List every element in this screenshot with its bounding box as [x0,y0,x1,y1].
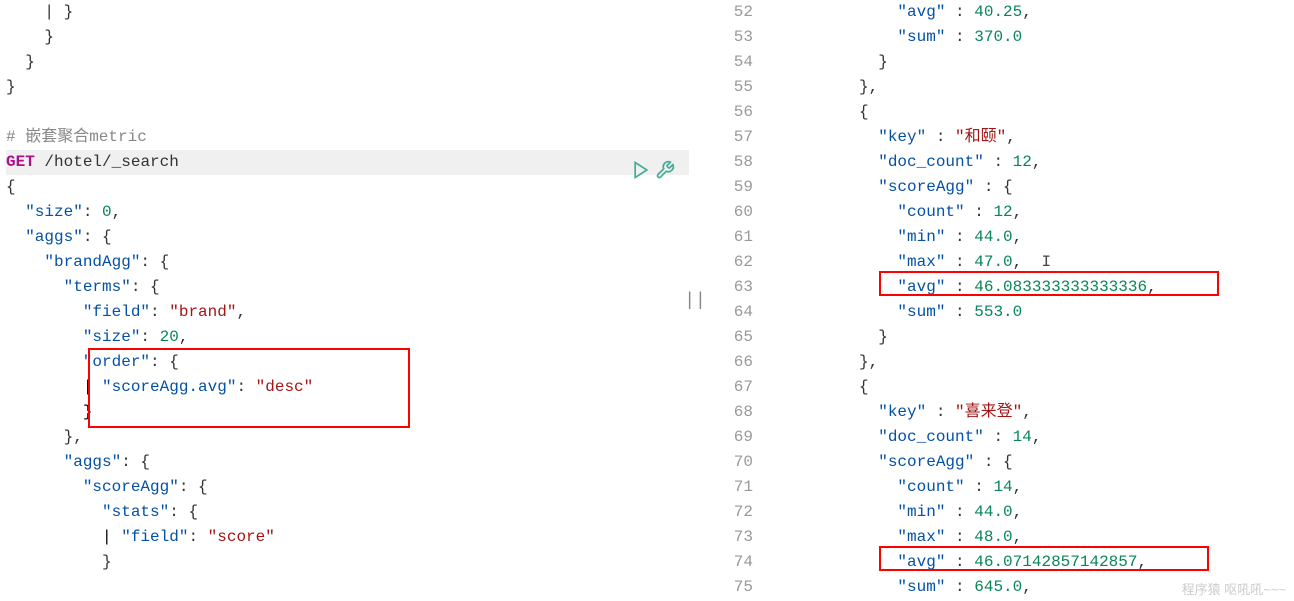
comment-text: # 嵌套聚合metric [6,128,147,146]
http-method: GET [6,153,35,171]
response-code[interactable]: "avg" : 40.25, "sum" : 370.0 } }, { "key… [763,0,1294,601]
request-actions [631,160,675,180]
response-pane[interactable]: 52 53 54 55 56 57 58 59 60 61 62 63 64 6… [701,0,1294,601]
text-cursor-icon: I [1041,250,1051,275]
watermark-text: 程序猿 呕吼吼~~~ [1182,579,1286,598]
wrench-icon[interactable] [655,160,675,180]
request-editor-pane[interactable]: | } } } } # 嵌套聚合metric GET /hotel/_searc… [0,0,689,601]
play-icon[interactable] [631,160,651,180]
pane-divider[interactable]: || [689,0,701,601]
line-gutter: 52 53 54 55 56 57 58 59 60 61 62 63 64 6… [701,0,763,601]
request-path: /hotel/_search [44,153,178,171]
request-code[interactable]: | } } } } # 嵌套聚合metric GET /hotel/_searc… [0,0,689,575]
